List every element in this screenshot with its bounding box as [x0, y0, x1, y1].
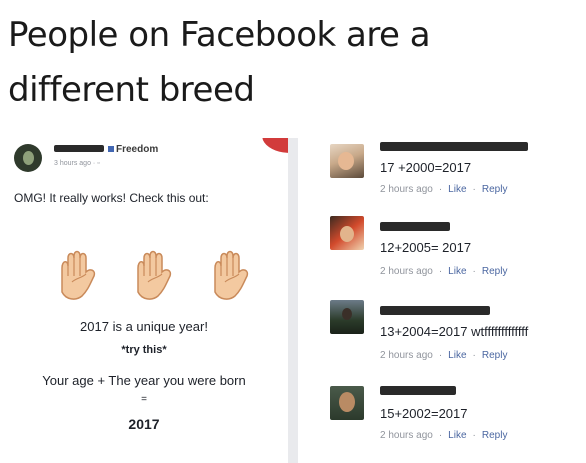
post-intro-text: OMG! It really works! Check this out:	[14, 191, 209, 205]
answer-text: 2017	[128, 416, 160, 432]
comment-time[interactable]: 2 hours ago	[380, 184, 433, 195]
avatar[interactable]	[330, 386, 364, 420]
redacted-name	[380, 386, 456, 395]
reply-link[interactable]: Reply	[482, 430, 508, 441]
meme-caption: People on Facebook are a different breed	[8, 15, 431, 110]
comment-meta: 2 hours ago · Like · Reply	[380, 184, 508, 195]
hand-icon-2	[128, 246, 176, 302]
redacted-name	[380, 142, 528, 151]
avatar[interactable]	[330, 144, 364, 178]
redacted-name	[380, 306, 490, 315]
reply-link[interactable]: Reply	[482, 184, 508, 195]
reply-link[interactable]: Reply	[482, 350, 508, 361]
audience-icon: ▫	[97, 160, 100, 167]
comments-panel: 17 +2000=2017 2 hours ago · Like · Reply 12+…	[298, 138, 586, 463]
hand-icon-1	[52, 246, 100, 302]
facebook-post-panel: Freedom 3 hours ago · ▫ OMG! It really w…	[0, 138, 288, 463]
panel-divider	[288, 138, 298, 463]
comment-time[interactable]: 2 hours ago	[380, 350, 433, 361]
formula-text: Your age + The year you were born	[42, 373, 246, 388]
redacted-name	[54, 145, 104, 152]
comment-meta: 2 hours ago · Like · Reply	[380, 350, 508, 361]
comment-meta: 2 hours ago · Like · Reply	[380, 430, 508, 441]
post-timestamp[interactable]: 3 hours ago · ▫	[54, 160, 100, 167]
avatar[interactable]	[330, 300, 364, 334]
reply-link[interactable]: Reply	[482, 266, 508, 277]
hand-icon-3	[205, 246, 253, 302]
like-link[interactable]: Like	[448, 184, 466, 195]
avatar[interactable]	[330, 216, 364, 250]
comment-text: 17 +2000=2017	[380, 160, 472, 175]
like-link[interactable]: Like	[448, 350, 466, 361]
unique-year-text: 2017 is a unique year!	[80, 319, 208, 334]
try-this-text: *try this*	[121, 344, 167, 356]
redacted-name	[380, 222, 450, 231]
like-link[interactable]: Like	[448, 430, 466, 441]
comment-time[interactable]: 2 hours ago	[380, 430, 433, 441]
page-name-link[interactable]: Freedom	[116, 144, 158, 155]
comment-meta: 2 hours ago · Like · Reply	[380, 266, 508, 277]
comment-text: 12+2005= 2017	[380, 240, 472, 255]
cropped-reaction-icon	[259, 138, 288, 157]
comment-text: 15+2002=2017	[380, 406, 468, 421]
comment-text: 13+2004=2017 wtfffffffffffff	[380, 324, 529, 339]
comment-item: 17 +2000=2017 2 hours ago · Like · Reply	[298, 138, 586, 218]
comment-item: 13+2004=2017 wtfffffffffffff 2 hours ago…	[298, 298, 586, 378]
comment-item: 15+2002=2017 2 hours ago · Like · Reply	[298, 380, 586, 460]
comment-time[interactable]: 2 hours ago	[380, 266, 433, 277]
equals-sign: =	[141, 394, 147, 405]
page-avatar[interactable]	[14, 144, 42, 172]
comment-item: 12+2005= 2017 2 hours ago · Like · Reply	[298, 216, 586, 296]
like-link[interactable]: Like	[448, 266, 466, 277]
page-tag-icon	[108, 146, 114, 152]
